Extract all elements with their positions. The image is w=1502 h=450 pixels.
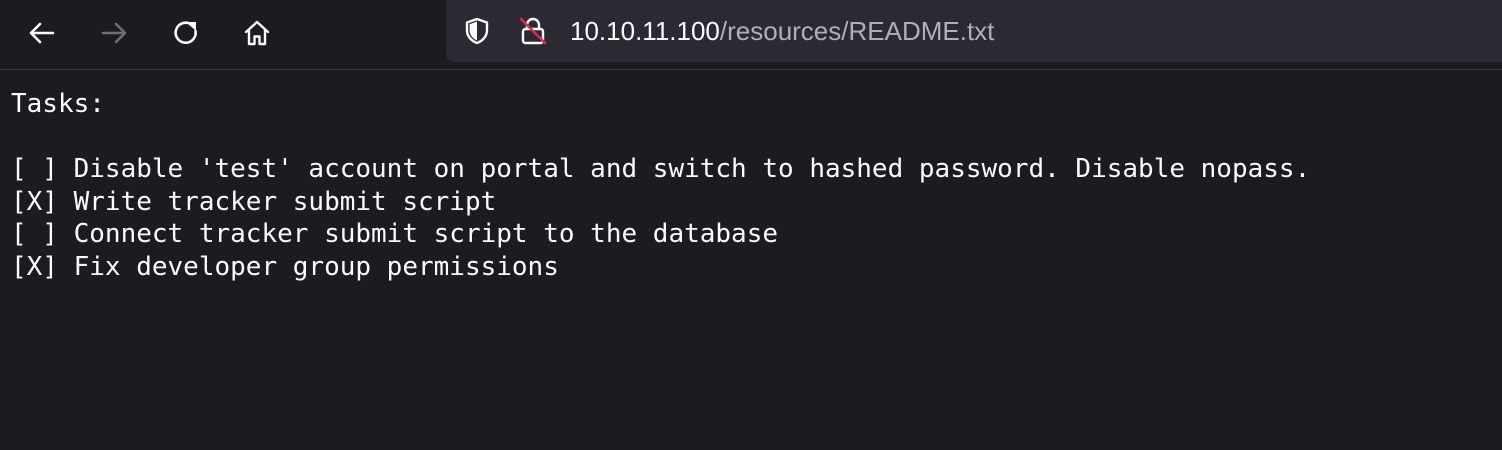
reload-icon	[174, 21, 197, 45]
shield-icon	[465, 17, 489, 45]
text-line: [X] Fix developer group permissions	[11, 251, 559, 282]
text-line: [X] Write tracker submit script	[11, 186, 497, 217]
url-text[interactable]: 10.10.11.100/resources/README.txt	[570, 14, 994, 48]
text-line: [ ] Disable 'test' account on portal and…	[11, 154, 1311, 184]
browser-toolbar: 10.10.11.100/resources/README.txt	[0, 0, 1502, 70]
home-button[interactable]	[236, 12, 278, 54]
back-arrow-icon	[29, 22, 55, 44]
insecure-lock-icon	[519, 17, 547, 45]
tracking-protection-button[interactable]	[460, 14, 494, 48]
home-icon	[244, 20, 270, 46]
forward-button[interactable]	[93, 12, 135, 54]
text-line: Tasks:	[11, 89, 105, 119]
readme-text: Tasks: [ ] Disable 'test' account on port…	[11, 88, 1310, 283]
forward-arrow-icon	[101, 22, 127, 44]
text-line: [ ] Connect tracker submit script to the…	[11, 219, 779, 249]
url-host: 10.10.11.100	[570, 16, 720, 46]
url-bar[interactable]: 10.10.11.100/resources/README.txt	[446, 0, 1502, 62]
text-line	[11, 121, 1310, 154]
url-path: /resources/README.txt	[719, 16, 995, 46]
back-button[interactable]	[21, 12, 63, 54]
site-security-button[interactable]	[516, 14, 550, 48]
reload-button[interactable]	[165, 12, 207, 54]
